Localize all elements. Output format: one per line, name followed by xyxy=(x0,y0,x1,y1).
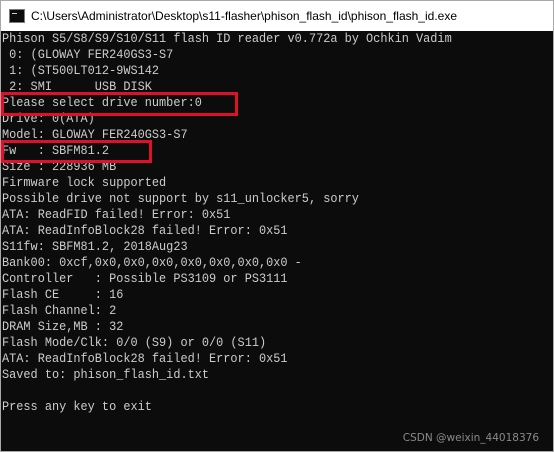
console-line: Possible drive not support by s11_unlock… xyxy=(2,191,359,206)
console-line: Flash CE : 16 xyxy=(2,287,124,302)
console-line: ATA: ReadFID failed! Error: 0x51 xyxy=(2,207,231,222)
console-app-icon[interactable] xyxy=(9,9,25,23)
console-line-exit-prompt: Press any key to exit xyxy=(2,399,152,414)
console-line: Firmware lock supported xyxy=(2,175,167,190)
console-line: Model: GLOWAY FER240GS3-S7 xyxy=(2,127,188,142)
console-line: ATA: ReadInfoBlock28 failed! Error: 0x51 xyxy=(2,351,288,366)
console-line: 2: SMI USB DISK xyxy=(2,79,152,94)
console-line: Flash Mode/Clk: 0/0 (S9) or 0/0 (S11) xyxy=(2,335,267,350)
console-line: Phison S5/S8/S9/S10/S11 flash ID reader … xyxy=(2,31,452,46)
console-line: 1: (ST500LT012-9WS142 xyxy=(2,63,160,78)
console-line-drive-select: Please select drive number:0 xyxy=(2,95,202,110)
console-window: C:\Users\Administrator\Desktop\s11-flash… xyxy=(0,0,554,452)
console-line-firmware: Fw : SBFM81.2 xyxy=(2,143,110,158)
console-lines: Phison S5/S8/S9/S10/S11 flash ID reader … xyxy=(2,31,493,415)
console-line: DRAM Size,MB : 32 xyxy=(2,319,124,334)
console-line: Drive: 0(ATA) xyxy=(2,111,95,126)
console-line: 0: (GLOWAY FER240GS3-S7 xyxy=(2,47,174,62)
console-line: ATA: ReadInfoBlock28 failed! Error: 0x51 xyxy=(2,223,288,238)
title-bar[interactable]: C:\Users\Administrator\Desktop\s11-flash… xyxy=(1,1,553,31)
console-line: Controller : Possible PS3109 or PS3111 xyxy=(2,271,288,286)
console-line: Saved to: phison_flash_id.txt xyxy=(2,367,210,382)
console-line: Bank00: 0xcf,0x0,0x0,0x0,0x0,0x0,0x0,0x0… xyxy=(2,255,302,270)
console-line: Size : 228936 MB xyxy=(2,159,117,174)
console-line: Flash Channel: 2 xyxy=(2,303,117,318)
console-output[interactable]: Phison S5/S8/S9/S10/S11 flash ID reader … xyxy=(1,31,553,451)
window-title: C:\Users\Administrator\Desktop\s11-flash… xyxy=(31,9,457,23)
console-line: S11fw: SBFM81.2, 2018Aug23 xyxy=(2,239,188,254)
watermark: CSDN @weixin_44018376 xyxy=(402,432,539,444)
